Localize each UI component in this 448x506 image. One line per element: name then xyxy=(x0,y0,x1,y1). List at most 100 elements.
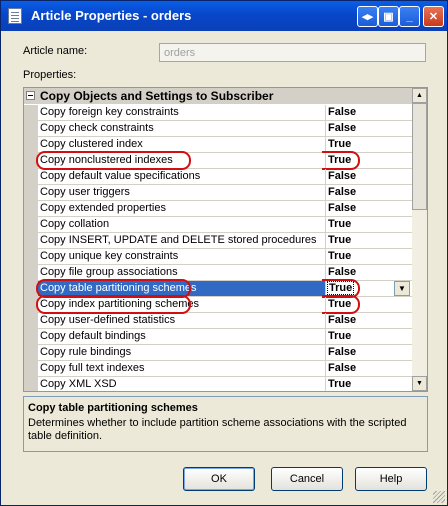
row-gutter xyxy=(24,217,38,233)
property-value[interactable]: False xyxy=(326,105,414,121)
property-row[interactable]: Copy index partitioning schemes True xyxy=(24,297,414,313)
property-row[interactable]: Copy nonclustered indexes True xyxy=(24,153,414,169)
property-value-text: False xyxy=(328,122,357,134)
category-row[interactable]: Copy Objects and Settings to Subscriber xyxy=(24,88,412,104)
property-row[interactable]: Copy check constraints False xyxy=(24,121,414,137)
row-gutter xyxy=(24,153,38,169)
ok-button[interactable]: OK xyxy=(183,467,255,491)
property-name: Copy user-defined statistics xyxy=(38,313,326,329)
property-row[interactable]: Copy clustered index True xyxy=(24,137,414,153)
property-value-text: False xyxy=(328,186,357,198)
property-name: Copy index partitioning schemes xyxy=(38,297,326,313)
property-value[interactable]: True xyxy=(326,137,414,153)
property-value-text: False xyxy=(328,346,357,358)
restore-icon[interactable]: ◂▸ xyxy=(357,6,378,27)
property-row[interactable]: Copy INSERT, UPDATE and DELETE stored pr… xyxy=(24,233,414,249)
row-gutter xyxy=(24,249,38,265)
property-row[interactable]: Copy file group associations False xyxy=(24,265,414,281)
row-gutter xyxy=(24,297,38,313)
description-title: Copy table partitioning schemes xyxy=(28,402,198,414)
property-value-text: True xyxy=(326,281,355,295)
property-name: Copy file group associations xyxy=(38,265,326,281)
property-value[interactable]: False xyxy=(326,121,414,137)
property-name: Copy nonclustered indexes xyxy=(38,153,326,169)
property-value[interactable]: True xyxy=(326,153,414,169)
property-value-text: False xyxy=(328,106,357,118)
property-row[interactable]: Copy full text indexes False xyxy=(24,361,414,377)
property-value[interactable]: False xyxy=(326,361,414,377)
property-row[interactable]: Copy collation True xyxy=(24,217,414,233)
property-row[interactable]: Copy XML XSD True xyxy=(24,377,414,391)
pin-icon[interactable]: ▣ xyxy=(378,6,399,27)
article-properties-dialog: Article Properties - orders ◂▸ ▣ _ ✕ Art… xyxy=(0,0,448,506)
row-gutter xyxy=(24,345,38,361)
description-panel: Copy table partitioning schemes Determin… xyxy=(23,396,428,452)
property-name: Copy XML XSD xyxy=(38,377,326,391)
dropdown-arrow-icon[interactable]: ▼ xyxy=(394,281,410,296)
close-icon[interactable]: ✕ xyxy=(423,6,444,27)
property-row[interactable]: Copy default value specifications False xyxy=(24,169,414,185)
property-value[interactable]: True xyxy=(326,249,414,265)
property-value-text: True xyxy=(328,234,352,246)
property-value-text: False xyxy=(328,266,357,278)
scroll-thumb[interactable] xyxy=(412,103,427,210)
window-title: Article Properties - orders xyxy=(31,8,192,23)
property-name: Copy default value specifications xyxy=(38,169,326,185)
minimize-icon[interactable]: _ xyxy=(399,6,420,27)
property-name: Copy user triggers xyxy=(38,185,326,201)
article-name-field[interactable] xyxy=(159,43,426,62)
property-value-text: True xyxy=(328,378,352,390)
property-value[interactable]: False xyxy=(326,313,414,329)
property-value-text: False xyxy=(328,314,357,326)
property-row[interactable]: Copy table partitioning schemes True ▼ xyxy=(24,281,414,297)
collapse-icon[interactable] xyxy=(26,91,35,100)
property-name: Copy foreign key constraints xyxy=(38,105,326,121)
property-row[interactable]: Copy user-defined statistics False xyxy=(24,313,414,329)
property-row[interactable]: Copy user triggers False xyxy=(24,185,414,201)
property-value-text: True xyxy=(328,154,352,166)
category-label: Copy Objects and Settings to Subscriber xyxy=(40,89,274,103)
property-grid[interactable]: Copy Objects and Settings to Subscriber … xyxy=(23,87,428,392)
property-value-text: False xyxy=(328,202,357,214)
property-value[interactable]: False xyxy=(326,185,414,201)
row-gutter xyxy=(24,377,38,391)
row-gutter xyxy=(24,313,38,329)
property-name: Copy unique key constraints xyxy=(38,249,326,265)
property-row[interactable]: Copy default bindings True xyxy=(24,329,414,345)
property-value-text: True xyxy=(328,298,352,310)
scroll-down-icon[interactable]: ▼ xyxy=(412,376,427,391)
property-value[interactable]: False xyxy=(326,265,414,281)
property-value-text: True xyxy=(328,218,352,230)
resize-grip[interactable] xyxy=(433,491,445,503)
cancel-button[interactable]: Cancel xyxy=(271,467,343,491)
row-gutter xyxy=(24,233,38,249)
property-value[interactable]: True xyxy=(326,217,414,233)
row-gutter xyxy=(24,185,38,201)
scroll-up-icon[interactable]: ▲ xyxy=(412,88,427,103)
property-row[interactable]: Copy extended properties False xyxy=(24,201,414,217)
title-bar[interactable]: Article Properties - orders ◂▸ ▣ _ ✕ xyxy=(1,1,447,31)
property-name: Copy INSERT, UPDATE and DELETE stored pr… xyxy=(38,233,326,249)
row-gutter xyxy=(24,169,38,185)
property-row[interactable]: Copy rule bindings False xyxy=(24,345,414,361)
row-gutter xyxy=(24,281,38,297)
property-value-text: True xyxy=(328,330,352,342)
property-value[interactable]: False xyxy=(326,169,414,185)
row-gutter xyxy=(24,105,38,121)
property-row[interactable]: Copy foreign key constraints False xyxy=(24,105,414,121)
property-name: Copy collation xyxy=(38,217,326,233)
property-name: Copy full text indexes xyxy=(38,361,326,377)
row-gutter xyxy=(24,121,38,137)
property-value[interactable]: False xyxy=(326,345,414,361)
property-value[interactable]: False xyxy=(326,201,414,217)
property-value[interactable]: True xyxy=(326,329,414,345)
property-value[interactable]: True xyxy=(326,377,414,391)
property-value-text: False xyxy=(328,362,357,374)
property-row[interactable]: Copy unique key constraints True xyxy=(24,249,414,265)
property-name: Copy extended properties xyxy=(38,201,326,217)
vertical-scrollbar[interactable]: ▲ ▼ xyxy=(412,88,427,391)
property-value[interactable]: True xyxy=(326,297,414,313)
help-button[interactable]: Help xyxy=(355,467,427,491)
row-gutter xyxy=(24,361,38,377)
property-value[interactable]: True xyxy=(326,233,414,249)
